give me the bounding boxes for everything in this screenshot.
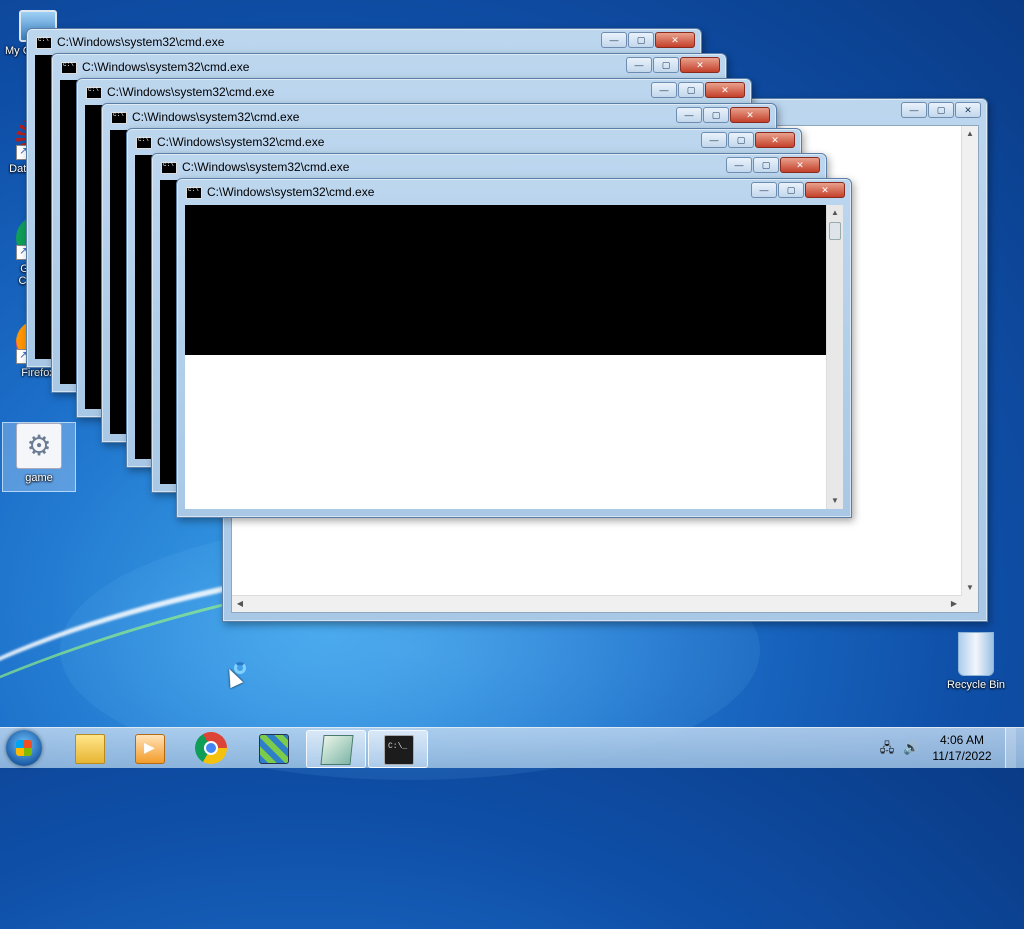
scroll-right-icon[interactable]: ▶ (946, 596, 962, 612)
cmd-icon (136, 136, 152, 149)
window-title: C:\Windows\system32\cmd.exe (207, 185, 375, 199)
close-button[interactable]: ✕ (730, 107, 770, 123)
scroll-up-icon[interactable]: ▲ (827, 205, 843, 221)
cmd-icon (111, 111, 127, 124)
maximize-button[interactable]: ▢ (653, 57, 679, 73)
close-button[interactable]: ✕ (755, 132, 795, 148)
minimize-button[interactable]: — (701, 132, 727, 148)
close-button[interactable]: ✕ (680, 57, 720, 73)
window-title: C:\Windows\system32\cmd.exe (107, 85, 275, 99)
maximize-button[interactable]: ▢ (778, 182, 804, 198)
scroll-up-icon[interactable]: ▲ (962, 126, 978, 142)
minimize-button[interactable]: — (726, 157, 752, 173)
folder-icon (75, 734, 105, 764)
window-title: C:\Windows\system32\cmd.exe (132, 110, 300, 124)
window-controls: — ▢ ✕ (901, 102, 981, 118)
scroll-thumb[interactable] (829, 222, 841, 240)
busy-spinner-icon (234, 662, 246, 674)
maximize-button[interactable]: ▢ (678, 82, 704, 98)
minimize-button[interactable]: — (676, 107, 702, 123)
window-title: C:\Windows\system32\cmd.exe (182, 160, 350, 174)
vertical-scrollbar[interactable]: ▲ ▼ (826, 205, 843, 509)
cmd-icon (86, 86, 102, 99)
taskbar-notepad[interactable] (306, 730, 366, 768)
desktop-icon-game[interactable]: ⚙ game (2, 422, 76, 492)
close-button[interactable]: ✕ (655, 32, 695, 48)
minimize-button[interactable]: — (651, 82, 677, 98)
window-title: C:\Windows\system32\cmd.exe (57, 35, 225, 49)
taskbar-command-prompt[interactable] (368, 730, 428, 768)
taskbar-file-explorer[interactable] (60, 730, 118, 766)
console-area[interactable]: ▲ ▼ (185, 205, 843, 509)
maximize-button[interactable]: ▢ (753, 157, 779, 173)
clock-date: 11/17/2022 (932, 749, 992, 763)
puzzle-icon (259, 734, 289, 764)
media-player-icon (135, 734, 165, 764)
horizontal-scrollbar[interactable]: ◀ ▶ (232, 595, 962, 612)
recycle-bin-icon (958, 632, 994, 676)
cmd-icon (36, 36, 52, 49)
window-title: C:\Windows\system32\cmd.exe (157, 135, 325, 149)
console-output (185, 205, 827, 355)
cmd-window-active[interactable]: C:\Windows\system32\cmd.exe —▢✕ ▲ ▼ (176, 178, 852, 518)
network-icon[interactable]: 🖧 (879, 740, 895, 756)
minimize-button[interactable]: — (601, 32, 627, 48)
taskbar-media-player[interactable] (120, 730, 178, 766)
clock-time: 4:06 AM (939, 733, 985, 747)
system-tray: 🖧 🔊 4:06 AM 11/17/2022 (879, 728, 1016, 768)
taskbar-game-launcher[interactable] (244, 730, 302, 766)
close-button[interactable]: ✕ (780, 157, 820, 173)
maximize-button[interactable]: ▢ (628, 32, 654, 48)
window-title: C:\Windows\system32\cmd.exe (82, 60, 250, 74)
vertical-scrollbar[interactable]: ▲ ▼ (961, 126, 978, 612)
maximize-button[interactable]: ▢ (703, 107, 729, 123)
notepad-icon (320, 735, 354, 765)
show-desktop-button[interactable] (1005, 728, 1016, 768)
desktop-icon-recycle-bin[interactable]: Recycle Bin (938, 632, 1014, 691)
cmd-icon (61, 61, 77, 74)
clock[interactable]: 4:06 AM 11/17/2022 (927, 732, 997, 764)
desktop-icon-label: game (25, 472, 53, 484)
taskbar: 🖧 🔊 4:06 AM 11/17/2022 (0, 727, 1024, 768)
desktop-icon-label: Recycle Bin (946, 679, 1006, 691)
close-button[interactable]: ✕ (805, 182, 845, 198)
minimize-button[interactable]: — (626, 57, 652, 73)
volume-icon[interactable]: 🔊 (903, 740, 919, 756)
command-prompt-icon (384, 735, 414, 765)
maximize-button[interactable]: ▢ (728, 132, 754, 148)
close-button[interactable]: ✕ (955, 102, 981, 118)
maximize-button[interactable]: ▢ (928, 102, 954, 118)
scroll-down-icon[interactable]: ▼ (962, 580, 978, 596)
chrome-icon (195, 732, 227, 764)
cmd-icon (186, 186, 202, 199)
scroll-down-icon[interactable]: ▼ (827, 493, 843, 509)
scroll-left-icon[interactable]: ◀ (232, 596, 248, 612)
start-button[interactable] (6, 730, 42, 766)
minimize-button[interactable]: — (901, 102, 927, 118)
minimize-button[interactable]: — (751, 182, 777, 198)
taskbar-chrome[interactable] (182, 730, 240, 766)
game-settings-icon: ⚙ (16, 423, 62, 469)
cmd-icon (161, 161, 177, 174)
close-button[interactable]: ✕ (705, 82, 745, 98)
windows-logo-icon (16, 740, 32, 756)
